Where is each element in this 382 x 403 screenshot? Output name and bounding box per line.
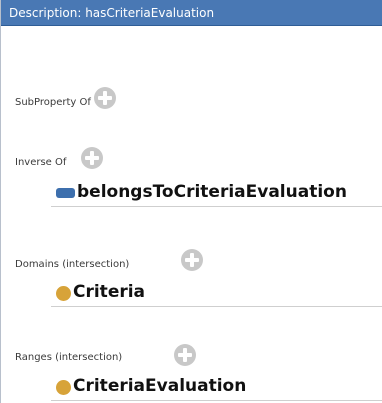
domain-entry-label[interactable]: Criteria <box>73 281 145 303</box>
add-inverse-of-button[interactable] <box>81 147 103 169</box>
subproperty-of-label: SubProperty Of <box>15 97 91 108</box>
add-subproperty-of-button[interactable] <box>94 87 116 109</box>
domains-label: Domains (intersection) <box>15 259 130 270</box>
object-property-icon <box>56 188 75 198</box>
inverse-of-entry[interactable]: belongsToCriteriaEvaluation <box>51 181 382 207</box>
panel-titlebar: Description: hasCriteriaEvaluation <box>1 0 382 26</box>
add-range-button[interactable] <box>174 344 196 366</box>
add-domain-button[interactable] <box>181 249 203 271</box>
panel-title: Description: hasCriteriaEvaluation <box>9 6 215 20</box>
inverse-of-entry-label[interactable]: belongsToCriteriaEvaluation <box>77 181 347 203</box>
range-entry-label[interactable]: CriteriaEvaluation <box>73 375 246 397</box>
class-icon <box>56 286 71 301</box>
range-entry[interactable]: CriteriaEvaluation <box>51 375 382 401</box>
domain-entry[interactable]: Criteria <box>51 281 382 307</box>
inverse-of-label: Inverse Of <box>15 157 67 168</box>
description-panel: Description: hasCriteriaEvaluation SubPr… <box>0 0 382 403</box>
ranges-label: Ranges (intersection) <box>15 352 123 363</box>
class-icon <box>56 380 71 395</box>
